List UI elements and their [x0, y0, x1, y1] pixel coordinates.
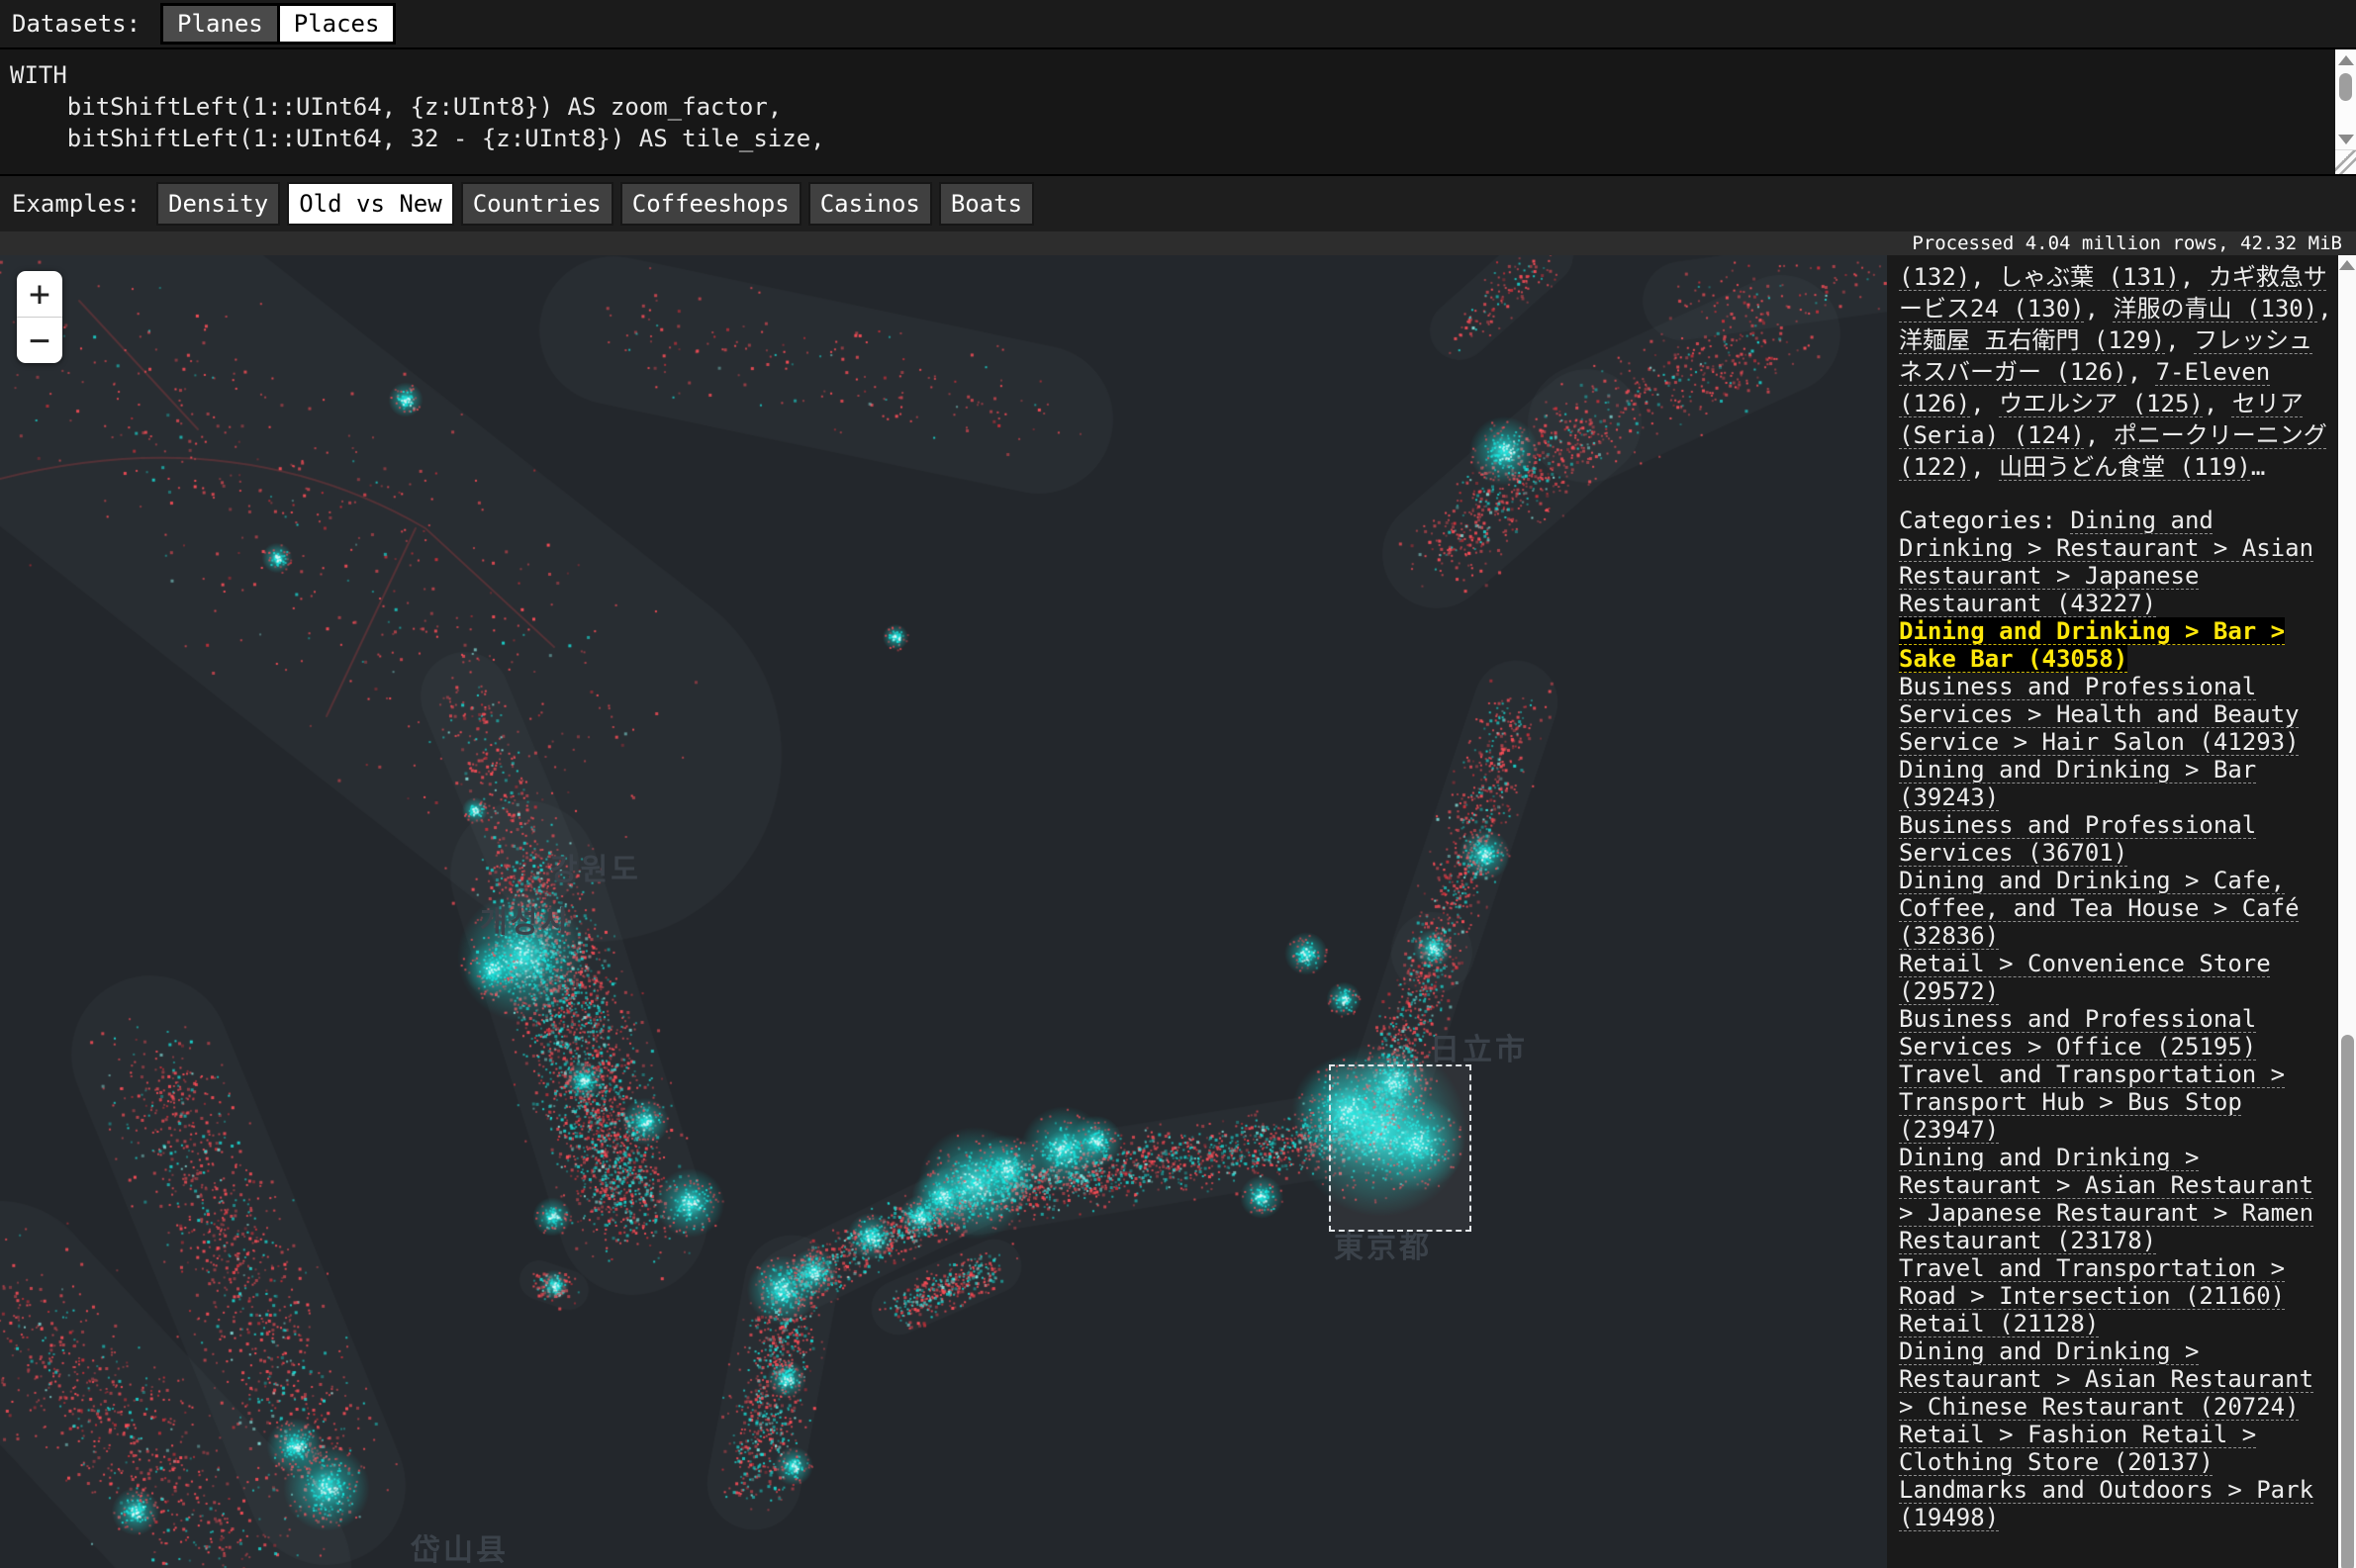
category-row: Dining and Drinking > Restaurant > Asian…: [1899, 1144, 2335, 1254]
query-text[interactable]: WITH bitShiftLeft(1::UInt64, {z:UInt8}) …: [0, 49, 2356, 154]
category-row: Categories: Dining and Drinking > Restau…: [1899, 507, 2335, 617]
category-link[interactable]: Dining and Drinking > Cafe, Coffee, and …: [1899, 867, 2300, 950]
zoom-in-button[interactable]: +: [17, 271, 62, 318]
category-row: Landmarks and Outdoors > Park (19498): [1899, 1476, 2335, 1531]
examples-bar: Examples: DensityOld vs NewCountriesCoff…: [0, 174, 2356, 231]
category-link[interactable]: Landmarks and Outdoors > Park (19498): [1899, 1476, 2313, 1531]
category-row: Dining and Drinking > Cafe, Coffee, and …: [1899, 867, 2335, 950]
top-brands-list: (132), しゃぶ葉 (131), カギ救急サービス24 (130), 洋服の…: [1899, 261, 2335, 483]
example-button-casinos[interactable]: Casinos: [808, 182, 932, 226]
example-button-coffeeshops[interactable]: Coffeeshops: [620, 182, 801, 226]
category-row: Retail (21128): [1899, 1310, 2335, 1337]
resize-grip-icon[interactable]: [2335, 149, 2356, 174]
category-row: Dining and Drinking > Bar (39243): [1899, 756, 2335, 811]
category-row: Travel and Transportation > Road > Inter…: [1899, 1254, 2335, 1310]
query-editor[interactable]: WITH bitShiftLeft(1::UInt64, {z:UInt8}) …: [0, 47, 2356, 174]
app-root: Datasets: PlanesPlaces WITH bitShiftLeft…: [0, 0, 2356, 1568]
scroll-up-icon[interactable]: [2338, 55, 2354, 65]
examples-label: Examples:: [12, 190, 141, 218]
category-row: Business and Professional Services (3670…: [1899, 811, 2335, 867]
category-link[interactable]: Retail > Fashion Retail > Clothing Store…: [1899, 1421, 2256, 1476]
category-link[interactable]: Retail > Convenience Store (29572): [1899, 950, 2271, 1005]
map-canvas[interactable]: [0, 255, 1887, 1568]
editor-scrollbar-thumb[interactable]: [2339, 73, 2352, 101]
scroll-up-icon[interactable]: [2339, 260, 2355, 270]
categories-list: Categories: Dining and Drinking > Restau…: [1899, 507, 2335, 1531]
sidebar-content: (132), しゃぶ葉 (131), カギ救急サービス24 (130), 洋服の…: [1887, 255, 2338, 1568]
brand-link[interactable]: (132): [1899, 263, 1970, 291]
category-row: Retail > Convenience Store (29572): [1899, 950, 2335, 1005]
category-link[interactable]: Business and Professional Services > Off…: [1899, 1005, 2256, 1061]
example-button-group: DensityOld vs NewCountriesCoffeeshopsCas…: [156, 182, 1034, 226]
brand-link[interactable]: 山田うどん食堂 (119): [1999, 453, 2251, 481]
datasets-bar: Datasets: PlanesPlaces: [0, 0, 2356, 47]
brand-link[interactable]: しゃぶ葉 (131): [1999, 263, 2180, 291]
category-link[interactable]: Retail (21128): [1899, 1310, 2099, 1337]
main-area: 강원도개성시日立市東京都岱山县 + − (132), しゃぶ葉 (131), カ…: [0, 255, 2356, 1568]
dataset-button-planes[interactable]: Planes: [163, 6, 277, 42]
category-link[interactable]: Travel and Transportation > Road > Inter…: [1899, 1254, 2285, 1310]
datasets-label: Datasets:: [12, 10, 141, 38]
category-row: Dining and Drinking > Restaurant > Asian…: [1899, 1337, 2335, 1421]
map-label: 岱山县: [411, 1525, 509, 1568]
category-link[interactable]: Dining and Drinking > Restaurant > Asian…: [1899, 1337, 2313, 1421]
map-label: 강원도: [550, 845, 641, 888]
example-button-density[interactable]: Density: [156, 182, 280, 226]
category-link[interactable]: Business and Professional Services > Hea…: [1899, 673, 2300, 756]
map[interactable]: 강원도개성시日立市東京都岱山县 + −: [0, 255, 1887, 1568]
categories-label: Categories:: [1899, 507, 2070, 534]
map-label: 개성시: [480, 897, 571, 941]
example-button-boats[interactable]: Boats: [939, 182, 1034, 226]
category-link[interactable]: Travel and Transportation > Transport Hu…: [1899, 1061, 2285, 1144]
example-button-countries[interactable]: Countries: [461, 182, 613, 226]
example-button-old-vs-new[interactable]: Old vs New: [287, 182, 454, 226]
map-label: 日立市: [1430, 1025, 1528, 1068]
category-row: Dining and Drinking > Bar > Sake Bar (43…: [1899, 617, 2335, 673]
category-row: Retail > Fashion Retail > Clothing Store…: [1899, 1421, 2335, 1476]
dataset-toggle-group: PlanesPlaces: [160, 3, 396, 45]
scroll-down-icon[interactable]: [2338, 135, 2354, 144]
brand-link[interactable]: ウエルシア (125): [1999, 390, 2204, 417]
category-row: Business and Professional Services > Hea…: [1899, 673, 2335, 756]
category-link[interactable]: Dining and Drinking > Restaurant > Asian…: [1899, 1144, 2313, 1254]
category-link[interactable]: Business and Professional Services (3670…: [1899, 811, 2256, 867]
zoom-out-button[interactable]: −: [17, 318, 62, 363]
sidebar-scrollbar[interactable]: [2338, 255, 2356, 1568]
category-row: Business and Professional Services > Off…: [1899, 1005, 2335, 1061]
map-zoom-control: + −: [17, 271, 62, 363]
sidebar-scrollbar-thumb[interactable]: [2341, 1035, 2354, 1568]
brand-link[interactable]: 洋服の青山 (130): [2114, 295, 2318, 323]
category-row: Travel and Transportation > Transport Hu…: [1899, 1061, 2335, 1144]
status-bar: Processed 4.04 million rows, 42.32 MiB: [0, 231, 2356, 255]
editor-scrollbar[interactable]: [2335, 49, 2356, 174]
category-link[interactable]: Dining and Drinking > Bar (39243): [1899, 756, 2256, 811]
brand-link[interactable]: 洋麺屋 五右衛門 (129): [1899, 326, 2165, 354]
dataset-button-places[interactable]: Places: [280, 6, 394, 42]
sidebar: (132), しゃぶ葉 (131), カギ救急サービス24 (130), 洋服の…: [1887, 255, 2356, 1568]
processed-status: Processed 4.04 million rows, 42.32 MiB: [1912, 232, 2342, 254]
category-link-selected[interactable]: Dining and Drinking > Bar > Sake Bar (43…: [1899, 617, 2285, 673]
selection-rectangle: [1329, 1064, 1471, 1232]
